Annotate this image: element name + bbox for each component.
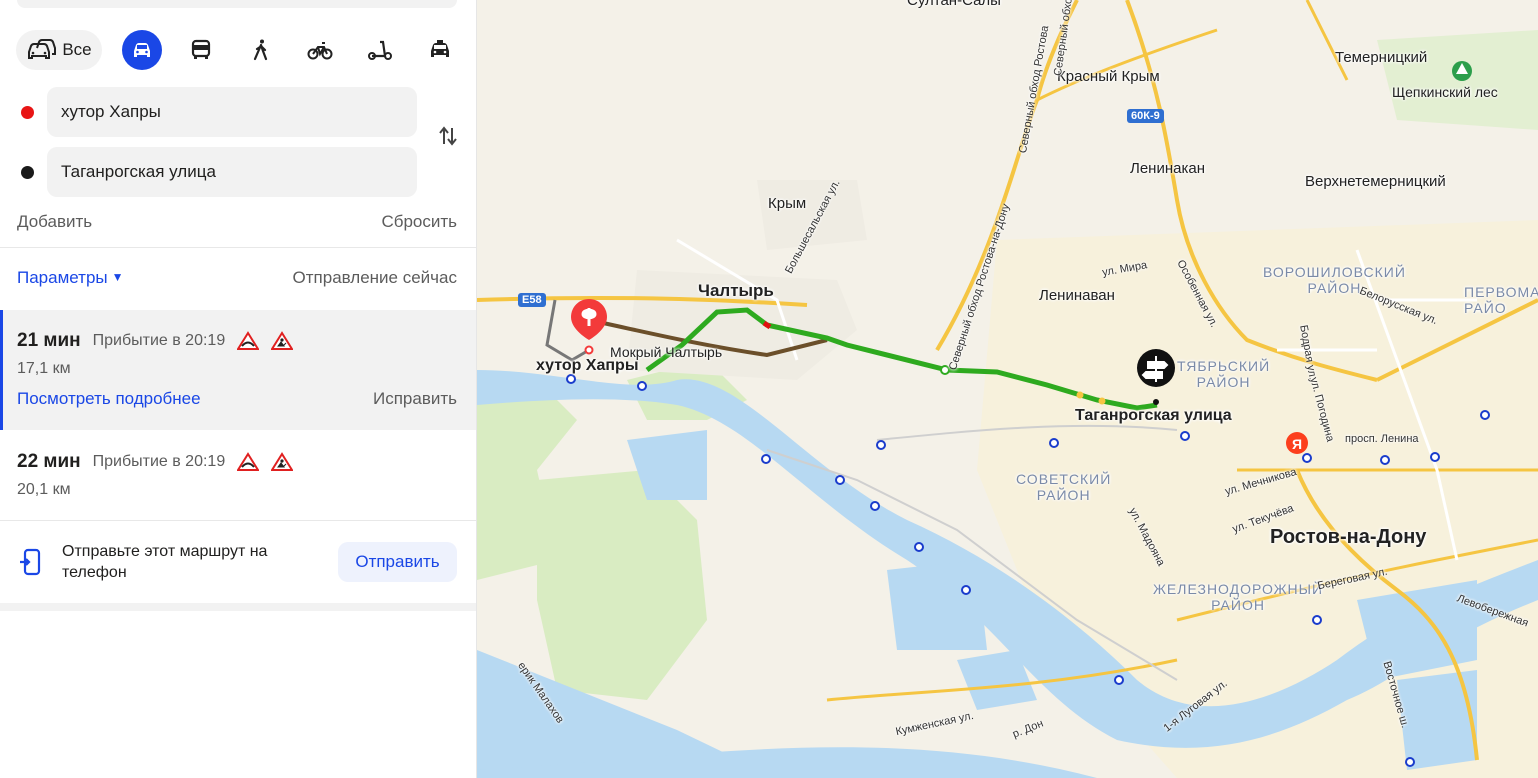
route-panel: Все хутор Хапры Таганрогская улица Добав… bbox=[0, 0, 477, 778]
phone-send-icon bbox=[20, 548, 41, 576]
district-label: ТЯБРЬСКИЙ РАЙОН bbox=[1177, 358, 1271, 390]
add-waypoint-link[interactable]: Добавить bbox=[17, 212, 92, 232]
mode-taxi-button[interactable] bbox=[420, 30, 460, 70]
waypoint-from-dot bbox=[21, 106, 34, 119]
route-option-1[interactable]: 21 мин Прибытие в 20:19 17,1 км Посмотре… bbox=[0, 310, 476, 430]
bicycle-icon bbox=[307, 42, 333, 60]
route-option-2[interactable]: 22 мин Прибытие в 20:19 20,1 км bbox=[0, 431, 476, 521]
car-icon bbox=[134, 43, 150, 57]
mode-scooter-button[interactable] bbox=[360, 30, 400, 70]
waypoint-to-input[interactable]: Таганрогская улица bbox=[47, 147, 417, 197]
mode-bus-button[interactable] bbox=[181, 30, 221, 70]
route-time: 21 мин bbox=[17, 330, 81, 351]
map-label: Щепкинский лес bbox=[1392, 84, 1498, 100]
map-label: Верхнетемерницкий bbox=[1305, 173, 1446, 190]
road-shield: E58 bbox=[518, 293, 546, 307]
mode-pedestrian-button[interactable] bbox=[241, 30, 281, 70]
map-label: Султан-Салы bbox=[907, 0, 1001, 9]
waypoint-to: Таганрогская улица bbox=[0, 147, 476, 197]
route-arrival: Прибытие в 20:19 bbox=[92, 332, 226, 349]
district-label: ВОРОШИЛОВСКИЙ РАЙОН bbox=[1263, 264, 1406, 296]
map-label: Красный Крым bbox=[1057, 68, 1160, 85]
route-details-link[interactable]: Посмотреть подробнее bbox=[17, 389, 201, 409]
waypoint-to-dot bbox=[21, 166, 34, 179]
mode-all-button[interactable]: Все bbox=[16, 30, 102, 70]
route-distance: 20,1 км bbox=[17, 481, 71, 498]
scooter-icon bbox=[368, 40, 392, 60]
bus-icon bbox=[191, 39, 211, 59]
road-shield: 60К-9 bbox=[1127, 109, 1164, 123]
map-label: Таганрогская улица bbox=[1075, 407, 1232, 424]
district-label: ЖЕЛЕЗНОДОРОЖНЫЙ РАЙОН bbox=[1153, 581, 1324, 613]
caret-down-icon: ▼ bbox=[111, 270, 124, 284]
route-summary: 21 мин Прибытие в 20:19 bbox=[17, 330, 294, 352]
map-label: Чалтырь bbox=[698, 281, 774, 300]
pedestrian-icon bbox=[253, 39, 268, 61]
reset-link[interactable]: Сбросить bbox=[381, 212, 457, 232]
district-label: ПЕРВОМА РАЙО bbox=[1464, 284, 1538, 316]
route-time: 22 мин bbox=[17, 451, 81, 472]
svg-text:Я: Я bbox=[1292, 436, 1302, 452]
waypoint-actions: Добавить Сбросить bbox=[17, 212, 457, 232]
district-label: СОВЕТСКИЙ РАЙОН bbox=[1016, 471, 1112, 503]
transport-modes: Все bbox=[16, 30, 460, 70]
swap-arrows-icon[interactable] bbox=[436, 124, 460, 148]
params-dropdown[interactable]: Параметры ▼ bbox=[17, 268, 124, 288]
route-distance: 17,1 км bbox=[17, 360, 71, 377]
map-layer: Я bbox=[477, 0, 1538, 778]
map-canvas[interactable]: Я Султан-Салы Красный Крым Темерницкий Щ… bbox=[477, 0, 1538, 778]
mode-all-label: Все bbox=[62, 40, 92, 59]
map-label: Ленинаван bbox=[1039, 287, 1115, 304]
map-label: Мокрый Чалтырь bbox=[610, 344, 723, 360]
departure-time[interactable]: Отправление сейчас bbox=[293, 268, 457, 288]
params-row: Параметры ▼ Отправление сейчас bbox=[17, 268, 457, 288]
street-label: просп. Ленина bbox=[1345, 433, 1419, 445]
send-to-phone: Отправьте этот маршрут на телефон Отправ… bbox=[0, 521, 476, 603]
start-pin-icon[interactable] bbox=[570, 298, 608, 356]
route-summary: 22 мин Прибытие в 20:19 bbox=[17, 451, 294, 473]
car-multi-icon bbox=[28, 39, 57, 59]
finish-pin-icon[interactable] bbox=[1136, 348, 1176, 406]
road-work-warning-icon bbox=[271, 452, 294, 471]
divider bbox=[0, 247, 476, 248]
bump-warning-icon bbox=[237, 331, 260, 350]
map-label: Темерницкий bbox=[1335, 49, 1428, 66]
params-label: Параметры bbox=[17, 268, 108, 287]
bump-warning-icon bbox=[237, 452, 260, 471]
search-field-edge[interactable] bbox=[17, 0, 457, 8]
waypoint-from: хутор Хапры bbox=[0, 87, 476, 137]
map-label: Ленинакан bbox=[1130, 160, 1205, 177]
waypoint-from-input[interactable]: хутор Хапры bbox=[47, 87, 417, 137]
mode-bicycle-button[interactable] bbox=[300, 30, 340, 70]
map-label: Крым bbox=[768, 195, 807, 212]
mode-car-button[interactable] bbox=[122, 30, 162, 70]
panel-footer-strip bbox=[0, 603, 476, 611]
taxi-icon bbox=[431, 40, 449, 57]
send-text: Отправьте этот маршрут на телефон bbox=[62, 543, 268, 581]
route-fix-link[interactable]: Исправить bbox=[373, 389, 457, 409]
route-arrival: Прибытие в 20:19 bbox=[92, 453, 226, 470]
send-button[interactable]: Отправить bbox=[338, 542, 457, 582]
city-label: Ростов-на-Дону bbox=[1270, 526, 1427, 548]
road-work-warning-icon bbox=[271, 331, 294, 350]
